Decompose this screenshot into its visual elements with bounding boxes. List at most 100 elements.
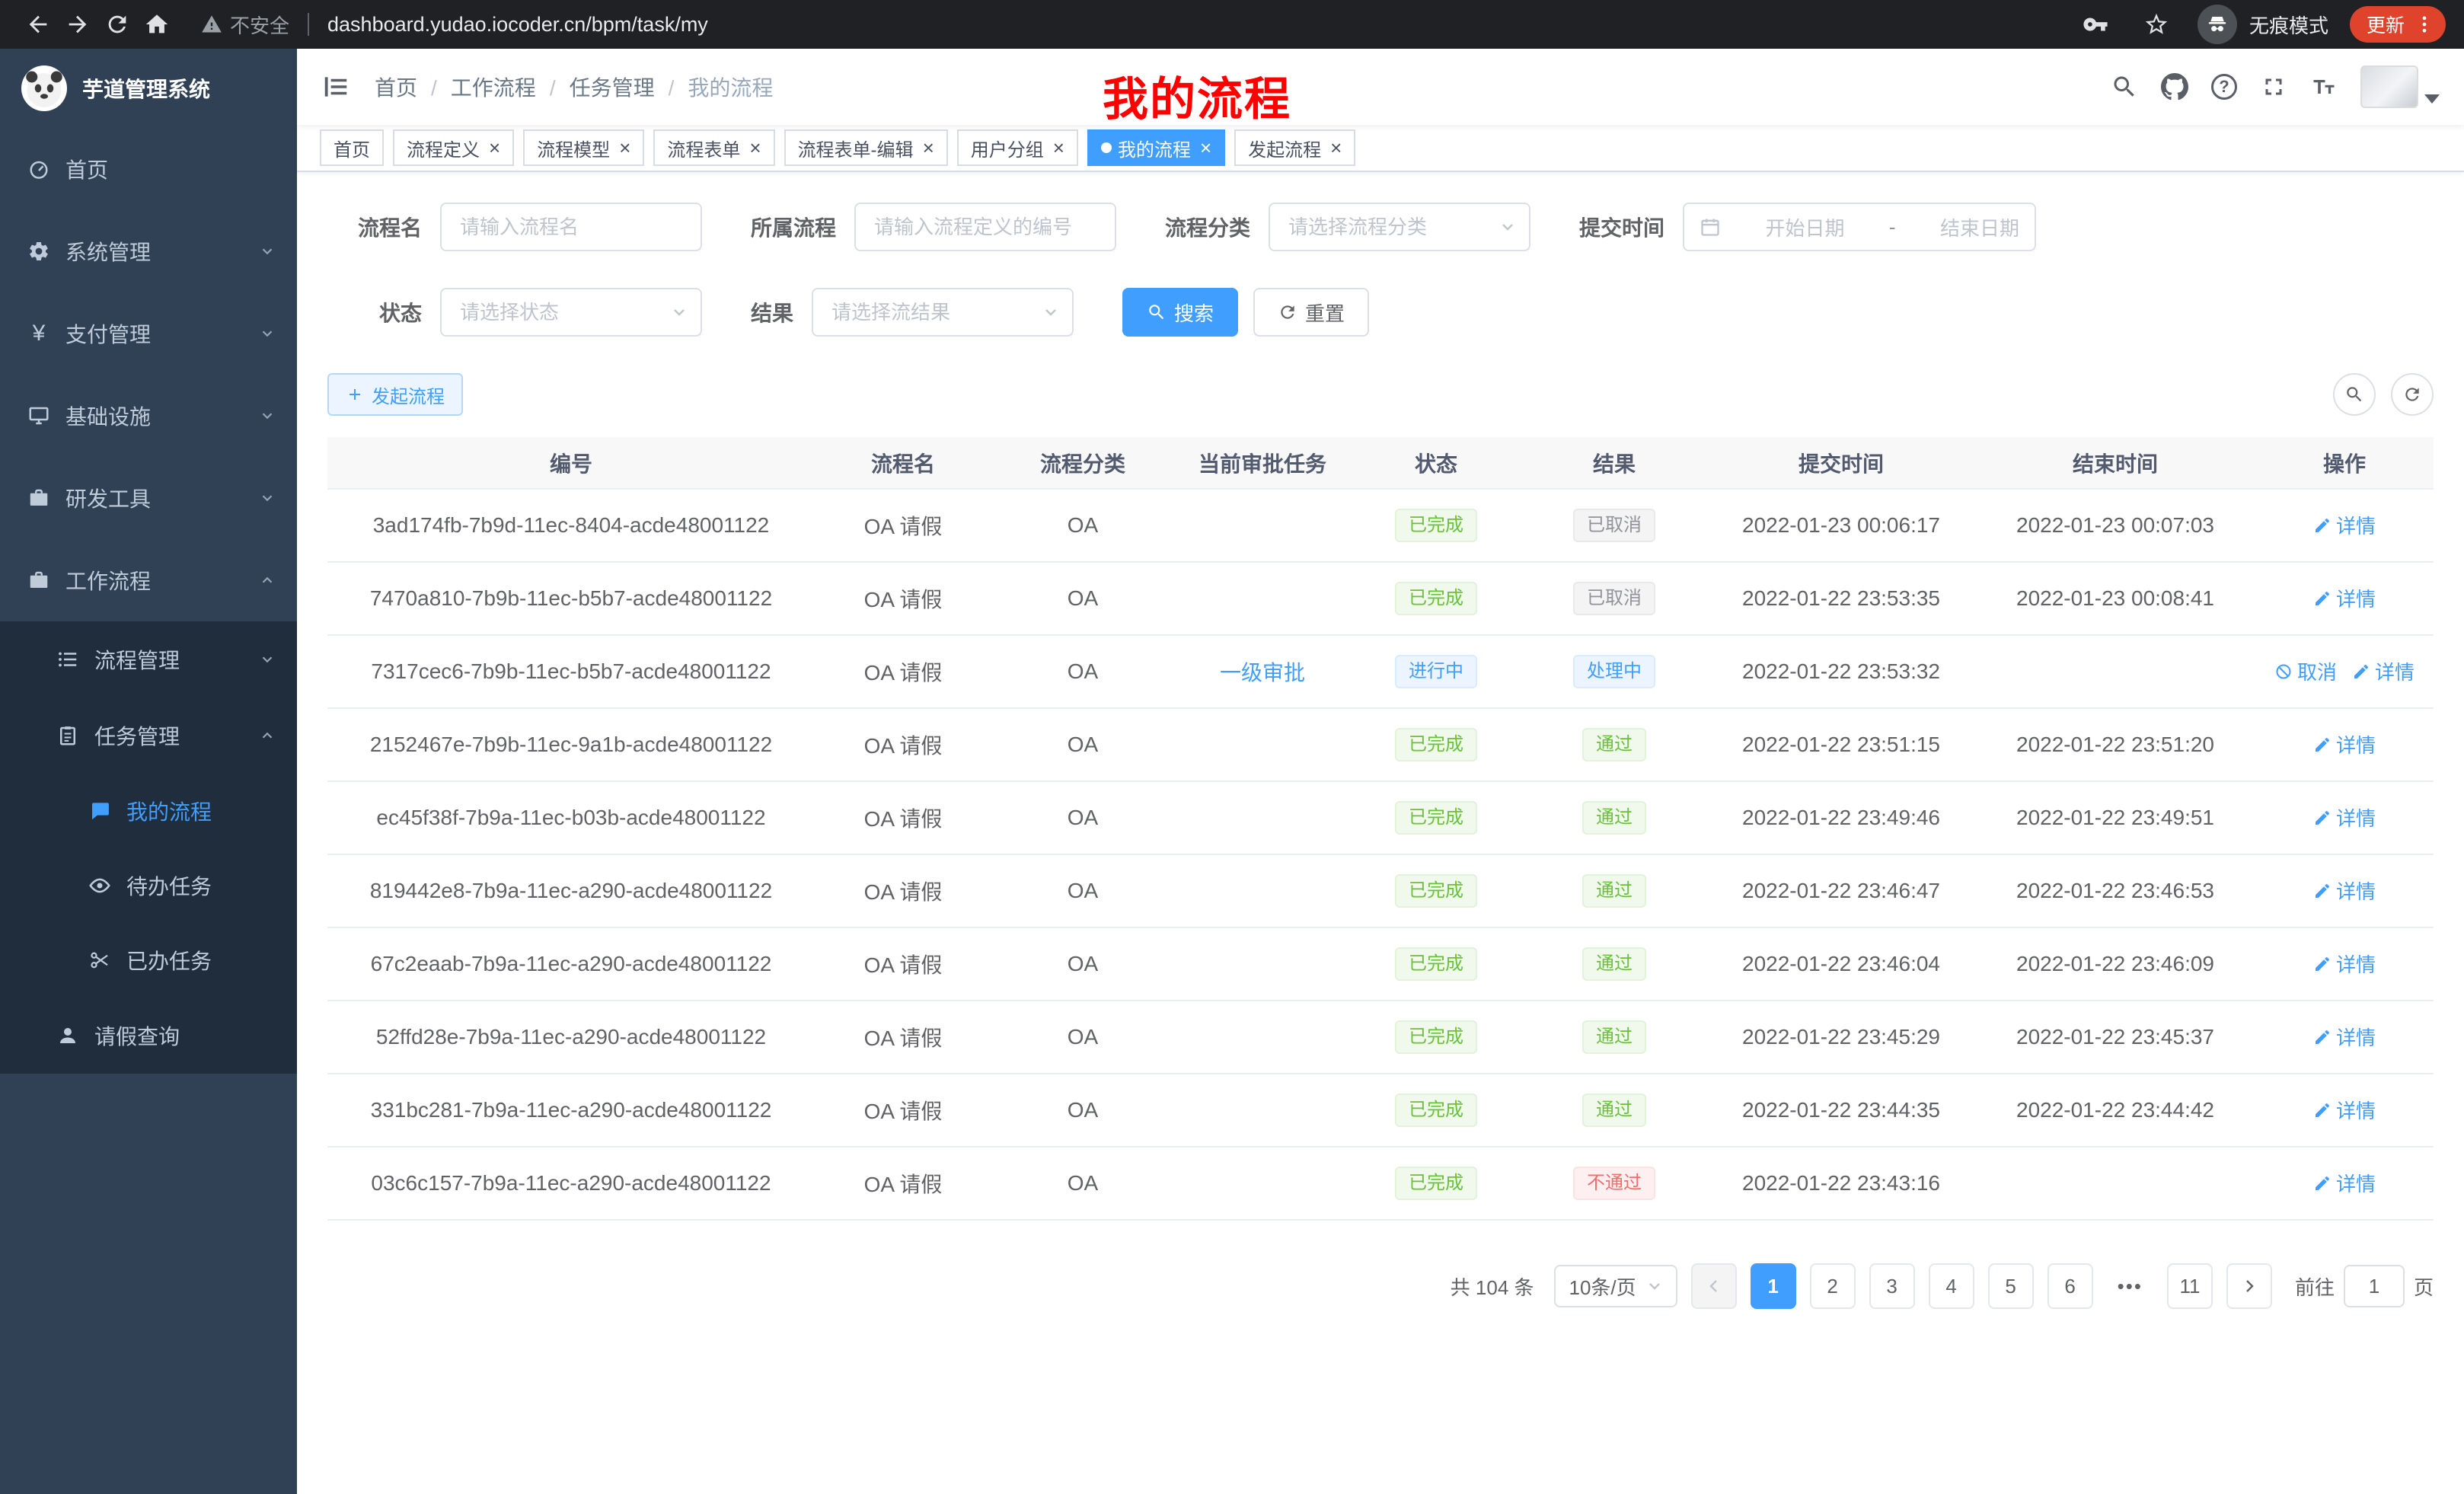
tab[interactable]: 流程表单 × — [653, 129, 774, 166]
page-ellipsis[interactable]: ••• — [2107, 1263, 2153, 1309]
reset-button[interactable]: 重置 — [1253, 288, 1369, 337]
sidebar-item-system[interactable]: 系统管理 — [0, 210, 297, 292]
detail-action-link[interactable]: 详情 — [2313, 803, 2376, 832]
tab-close-icon[interactable]: × — [923, 138, 934, 158]
back-button[interactable] — [18, 5, 58, 44]
refresh-table-button[interactable] — [2391, 373, 2434, 416]
status-tag: 已完成 — [1395, 874, 1477, 908]
fullscreen-icon[interactable] — [2260, 73, 2287, 101]
breadcrumb-task-mgmt[interactable]: 任务管理 — [536, 72, 655, 102]
tab-close-icon[interactable]: × — [1200, 138, 1211, 158]
cancel-action-link[interactable]: 取消 — [2274, 657, 2337, 685]
result-select[interactable] — [812, 288, 1074, 337]
start-process-label: 发起流程 — [372, 381, 445, 408]
app-logo[interactable]: 芋道管理系统 — [0, 49, 297, 128]
category-select[interactable] — [1269, 203, 1530, 251]
detail-action-link[interactable]: 详情 — [2313, 1169, 2376, 1197]
detail-action-link[interactable]: 详情 — [2313, 1096, 2376, 1124]
sidebar-toggle-icon[interactable] — [321, 72, 350, 101]
status-select-input[interactable] — [440, 288, 702, 337]
user-avatar[interactable] — [2360, 65, 2440, 108]
toggle-search-button[interactable] — [2333, 373, 2376, 416]
cell-result: 已取消 — [1521, 489, 1707, 562]
sidebar-item-task-mgmt[interactable]: 任务管理 — [0, 698, 297, 774]
sidebar-item-todo-tasks[interactable]: 待办任务 — [0, 848, 297, 923]
detail-action-link[interactable]: 详情 — [2313, 1023, 2376, 1051]
sidebar-item-label: 首页 — [65, 154, 108, 184]
address-bar[interactable]: 不安全 dashboard.yudao.iocoder.cn/bpm/task/… — [201, 11, 2051, 39]
page-button-4[interactable]: 4 — [1929, 1263, 1974, 1309]
start-date-placeholder: 开始日期 — [1765, 213, 1844, 241]
breadcrumb-workflow[interactable]: 工作流程 — [417, 72, 536, 102]
sidebar-item-home[interactable]: 首页 — [0, 128, 297, 210]
detail-action-link[interactable]: 详情 — [2313, 950, 2376, 978]
page-button-6[interactable]: 6 — [2047, 1263, 2093, 1309]
home-button[interactable] — [137, 5, 177, 44]
search-button[interactable]: 搜索 — [1122, 288, 1238, 337]
page-size-select[interactable]: 10条/页 — [1554, 1265, 1677, 1307]
reload-button[interactable] — [97, 5, 137, 44]
sidebar-item-leave-query[interactable]: 请假查询 — [0, 998, 297, 1074]
edit-icon — [2352, 662, 2370, 681]
process-name-input[interactable] — [440, 203, 702, 251]
refresh-icon — [1278, 302, 1297, 322]
cancel-icon — [2274, 662, 2293, 681]
table-row: ec45f38f-7b9a-11ec-b03b-acde48001122 OA … — [327, 781, 2434, 854]
security-indicator[interactable]: 不安全 — [201, 11, 289, 39]
cell-submit-time: 2022-01-22 23:53:32 — [1707, 635, 1975, 708]
forward-button[interactable] — [58, 5, 97, 44]
detail-action-link[interactable]: 详情 — [2313, 876, 2376, 905]
tab[interactable]: 首页 — [320, 129, 384, 166]
detail-action-link[interactable]: 详情 — [2352, 657, 2415, 685]
cell-actions: 详情 — [2255, 927, 2434, 1001]
approval-task-link[interactable]: 一级审批 — [1220, 661, 1305, 685]
tab[interactable]: 流程表单-编辑 × — [784, 129, 948, 166]
help-icon[interactable] — [2211, 74, 2237, 100]
category-select-input[interactable] — [1269, 203, 1530, 251]
sidebar-item-done-tasks[interactable]: 已办任务 — [0, 923, 297, 998]
github-icon[interactable] — [2161, 73, 2188, 101]
table-row: 7317cec6-7b9b-11ec-b5b7-acde48001122 OA … — [327, 635, 2434, 708]
password-key-icon[interactable] — [2076, 5, 2115, 44]
tab[interactable]: 我的流程 × — [1087, 129, 1225, 166]
tab-close-icon[interactable]: × — [749, 138, 761, 158]
sidebar-item-workflow[interactable]: 工作流程 — [0, 539, 297, 621]
tab[interactable]: 用户分组 × — [957, 129, 1078, 166]
sidebar-item-my-process[interactable]: 我的流程 — [0, 774, 297, 848]
tab-close-icon[interactable]: × — [489, 138, 500, 158]
tab-close-icon[interactable]: × — [619, 138, 630, 158]
tab-close-icon[interactable]: × — [1330, 138, 1342, 158]
goto-page-input[interactable] — [2344, 1265, 2405, 1307]
page-button-1[interactable]: 1 — [1751, 1263, 1796, 1309]
result-select-input[interactable] — [812, 288, 1074, 337]
page-button-3[interactable]: 3 — [1869, 1263, 1915, 1309]
status-select[interactable] — [440, 288, 702, 337]
tab[interactable]: 流程模型 × — [523, 129, 644, 166]
kebab-menu-icon[interactable] — [2414, 14, 2435, 35]
prev-page-button[interactable] — [1691, 1263, 1737, 1309]
detail-action-link[interactable]: 详情 — [2313, 730, 2376, 758]
detail-action-link[interactable]: 详情 — [2313, 584, 2376, 612]
sidebar-item-process-mgmt[interactable]: 流程管理 — [0, 621, 297, 698]
sidebar-item-devtools[interactable]: 研发工具 — [0, 457, 297, 539]
tab[interactable]: 发起流程 × — [1234, 129, 1355, 166]
start-process-button[interactable]: 发起流程 — [327, 373, 463, 416]
cell-actions: 详情 — [2255, 1001, 2434, 1074]
sidebar-item-payment[interactable]: ¥ 支付管理 — [0, 292, 297, 375]
submit-time-range-picker[interactable]: 开始日期 - 结束日期 — [1683, 203, 2036, 251]
breadcrumb-home[interactable]: 首页 — [375, 72, 417, 102]
font-size-icon[interactable] — [2310, 73, 2338, 101]
page-button-2[interactable]: 2 — [1810, 1263, 1856, 1309]
result-tag: 通过 — [1582, 874, 1646, 908]
page-button-5[interactable]: 5 — [1988, 1263, 2034, 1309]
page-button-11[interactable]: 11 — [2167, 1263, 2213, 1309]
tab-close-icon[interactable]: × — [1053, 138, 1064, 158]
detail-action-link[interactable]: 详情 — [2313, 511, 2376, 539]
next-page-button[interactable] — [2226, 1263, 2272, 1309]
sidebar-item-infra[interactable]: 基础设施 — [0, 375, 297, 457]
chrome-update-button[interactable]: 更新 — [2350, 6, 2446, 43]
header-search-icon[interactable] — [2111, 73, 2138, 101]
process-definition-input[interactable] — [854, 203, 1116, 251]
tab[interactable]: 流程定义 × — [393, 129, 514, 166]
bookmark-star-icon[interactable] — [2137, 5, 2176, 44]
